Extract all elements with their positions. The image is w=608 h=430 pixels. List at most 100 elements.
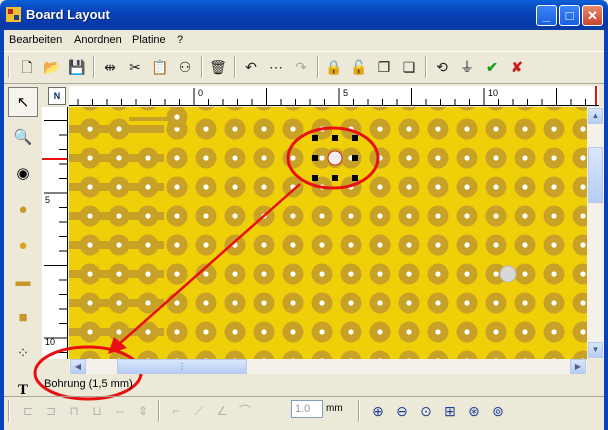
ruler-origin-button[interactable]: N [48, 87, 66, 105]
pad[interactable] [486, 107, 507, 111]
pad[interactable] [312, 107, 333, 111]
pad[interactable] [427, 350, 449, 360]
pad[interactable] [253, 350, 275, 360]
pad[interactable] [79, 350, 101, 360]
track-diag-icon[interactable]: ∠ [212, 401, 232, 421]
selection-handle[interactable] [352, 155, 358, 161]
track-arc-icon[interactable]: ⌒ [235, 401, 255, 421]
scroll-left-button[interactable]: ◀ [70, 359, 86, 374]
ok-check-icon[interactable]: ✔ [481, 56, 503, 78]
selection-handle[interactable] [352, 175, 358, 181]
components-icon[interactable]: ⚇ [174, 56, 196, 78]
selection-handle[interactable] [312, 135, 318, 141]
pad[interactable] [195, 350, 217, 360]
selection-handle[interactable] [332, 175, 338, 181]
pad[interactable] [166, 350, 188, 360]
selection-handle[interactable] [312, 175, 318, 181]
scroll-up-button[interactable]: ▲ [588, 108, 603, 124]
vertical-scroll-thumb[interactable] [588, 147, 603, 203]
maximize-button[interactable]: □ [559, 5, 580, 26]
distribute-v-icon[interactable]: ⇕ [133, 401, 153, 421]
pad[interactable] [543, 350, 565, 360]
pad[interactable] [485, 350, 507, 360]
selection-handle[interactable] [332, 135, 338, 141]
zoom-window-icon[interactable]: ⊞ [440, 401, 460, 421]
close-button[interactable]: ✕ [582, 5, 603, 26]
pad[interactable] [137, 350, 159, 360]
save-icon[interactable]: 💾 [66, 56, 88, 78]
board-canvas[interactable] [69, 107, 587, 359]
distribute-h-icon[interactable]: ⇔ [110, 401, 130, 421]
footprint-tool-icon[interactable]: ⁘ [8, 339, 38, 369]
drill-hole[interactable] [499, 265, 517, 283]
pad[interactable] [457, 107, 478, 111]
horizontal-scrollbar[interactable]: ◀ ⋮ ▶ [69, 359, 587, 374]
cut-icon[interactable]: ✂ [124, 56, 146, 78]
track-straight-icon[interactable]: ⌐ [166, 401, 186, 421]
delete-icon[interactable]: 🗑 [207, 56, 229, 78]
selection-handle[interactable] [352, 135, 358, 141]
mirror-icon[interactable]: ⇹ [99, 56, 121, 78]
minimize-button[interactable]: _ [536, 5, 557, 26]
zoom-out-icon[interactable]: ⊖ [392, 401, 412, 421]
menu-bearbeiten[interactable]: Bearbeiten [9, 34, 62, 46]
vertical-scrollbar[interactable]: ▲ ▼ [587, 107, 604, 359]
pad[interactable] [224, 350, 246, 360]
open-folder-icon[interactable]: 📂 [41, 56, 63, 78]
track-width-input[interactable] [291, 400, 323, 418]
pointer-tool-icon[interactable]: ↖ [8, 87, 38, 117]
pad[interactable] [311, 350, 333, 360]
paste-icon[interactable]: 📋 [149, 56, 171, 78]
selection-handle[interactable] [312, 155, 318, 161]
via-tool-icon[interactable]: ● [8, 195, 38, 225]
horizontal-scroll-thumb[interactable]: ⋮ [117, 359, 247, 374]
selected-drill-hole[interactable] [327, 150, 343, 166]
hole-tool-icon[interactable]: ● [8, 231, 38, 261]
pad[interactable] [108, 350, 130, 360]
zoom-tool-icon[interactable]: 🔍 [8, 123, 38, 153]
rect-pad-tool-icon[interactable]: ■ [8, 303, 38, 333]
bring-front-icon[interactable]: ❐ [373, 56, 395, 78]
pad[interactable] [196, 107, 217, 111]
pad[interactable] [515, 107, 536, 111]
zoom-all-icon[interactable]: ⊚ [488, 401, 508, 421]
pad-tool-icon[interactable]: ◉ [8, 159, 38, 189]
align-left-icon[interactable]: ⊏ [18, 401, 38, 421]
pad[interactable] [282, 350, 304, 360]
pad[interactable] [398, 350, 420, 360]
pad[interactable] [109, 107, 130, 111]
pad[interactable] [428, 107, 449, 111]
pad[interactable] [573, 107, 588, 111]
lock-icon[interactable]: 🔒 [323, 56, 345, 78]
pad[interactable] [138, 107, 159, 111]
align-top-icon[interactable]: ⊓ [64, 401, 84, 421]
menu-platine[interactable]: Platine [132, 34, 166, 46]
pad[interactable] [544, 107, 565, 111]
board-drawing[interactable] [69, 107, 587, 359]
pad[interactable] [572, 350, 588, 360]
track-45-icon[interactable]: ⟋ [189, 401, 209, 421]
zoom-fit-icon[interactable]: ⊙ [416, 401, 436, 421]
pad[interactable] [369, 350, 391, 360]
pad[interactable] [283, 107, 304, 111]
pad[interactable] [225, 107, 246, 111]
connect-icon[interactable]: ⏚ [456, 56, 478, 78]
unlock-icon[interactable]: 🔓 [348, 56, 370, 78]
zoom-in-icon[interactable]: ⊕ [368, 401, 388, 421]
pad[interactable] [341, 107, 362, 111]
smd-pad-tool-icon[interactable]: ▬ [8, 267, 38, 297]
scroll-down-button[interactable]: ▼ [588, 342, 603, 358]
redo-icon[interactable]: ↷ [290, 56, 312, 78]
cancel-x-icon[interactable]: ✘ [506, 56, 528, 78]
align-center-icon[interactable]: ⊐ [41, 401, 61, 421]
new-file-icon[interactable]: 🗋 [16, 56, 38, 78]
zoom-previous-icon[interactable]: ⊛ [464, 401, 484, 421]
menu-help[interactable]: ? [177, 34, 183, 46]
align-bottom-icon[interactable]: ⊔ [87, 401, 107, 421]
pad[interactable] [80, 107, 101, 111]
scroll-right-button[interactable]: ▶ [570, 359, 586, 374]
pad[interactable] [254, 107, 275, 111]
menu-anordnen[interactable]: Anordnen [74, 34, 122, 46]
more-icon[interactable]: ⋯ [265, 56, 287, 78]
pad[interactable] [340, 350, 362, 360]
